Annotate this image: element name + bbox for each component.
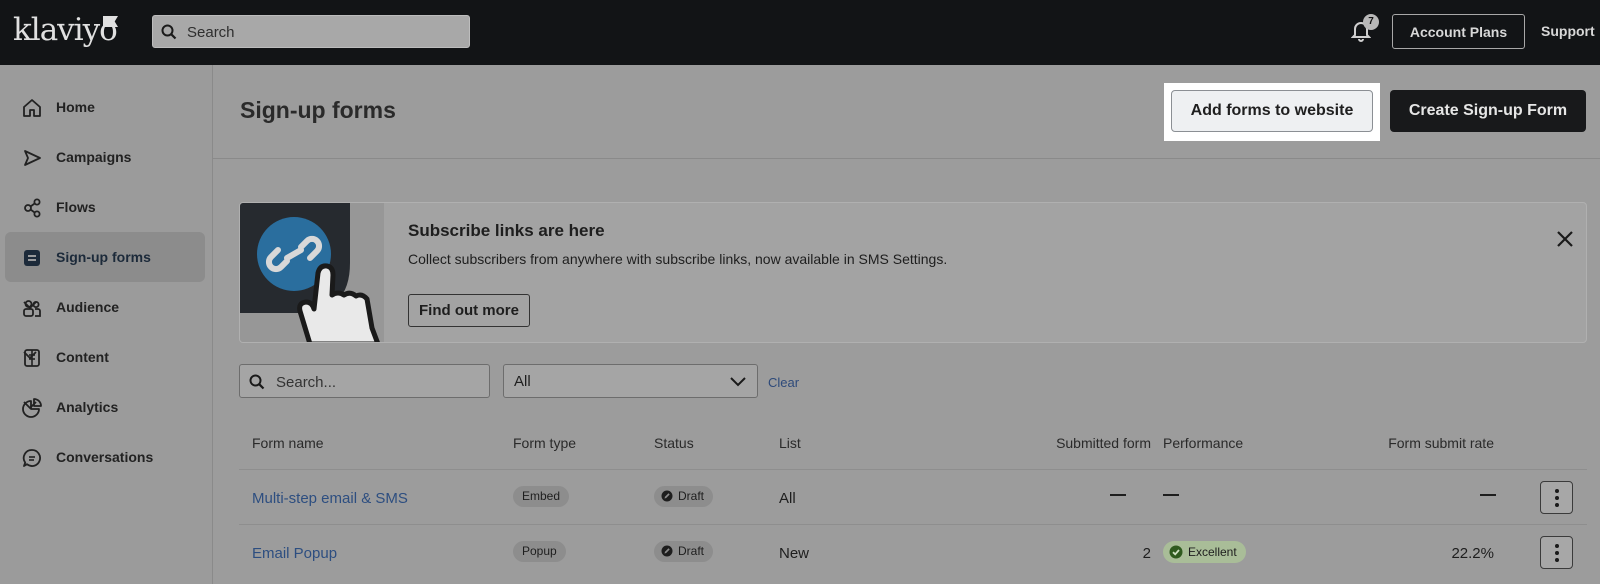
search-icon xyxy=(249,374,265,390)
subscribe-link-illustration-icon xyxy=(240,203,384,342)
sidebar-item-label: Sign-up forms xyxy=(56,249,151,265)
draft-icon xyxy=(661,490,673,502)
flows-icon xyxy=(24,198,41,218)
sidebar-item-label: Audience xyxy=(56,299,120,315)
sidebar-item-label: Analytics xyxy=(56,399,119,415)
sidebar-item-label: Flows xyxy=(56,199,96,215)
performance-badge: Excellent xyxy=(1163,541,1246,563)
form-type-badge: Embed xyxy=(513,486,570,507)
empty-value-dash xyxy=(1110,494,1126,496)
sidebar-item-analytics[interactable]: Analytics xyxy=(5,382,205,432)
home-icon xyxy=(23,99,41,117)
banner-description: Collect subscribers from anywhere with s… xyxy=(408,251,948,267)
subscribe-links-banner: Subscribe links are here Collect subscri… xyxy=(239,202,1587,343)
form-filter-value: All xyxy=(514,373,531,390)
empty-value-dash xyxy=(1480,494,1496,496)
list-name: All xyxy=(779,490,796,507)
column-header-form-name[interactable]: Form name xyxy=(252,435,324,451)
top-bar: klaviyo Search 7 Account Plans Support xyxy=(0,0,1600,65)
form-name-link[interactable]: Multi-step email & SMS xyxy=(252,490,408,507)
sidebar-item-sign-up-forms[interactable]: Sign-up forms xyxy=(5,232,205,282)
sidebar-item-home[interactable]: Home xyxy=(5,82,205,132)
sidebar-item-label: Home xyxy=(56,99,95,115)
sidebar-item-conversations[interactable]: Conversations xyxy=(5,432,205,482)
check-circle-icon xyxy=(1169,545,1183,559)
sidebar-item-label: Conversations xyxy=(56,449,154,465)
form-name-link[interactable]: Email Popup xyxy=(252,545,337,562)
table-divider xyxy=(239,469,1587,470)
sidebar: Home Campaigns Flows Sign-up forms Audie… xyxy=(0,65,213,584)
search-icon xyxy=(161,24,177,40)
column-header-list[interactable]: List xyxy=(779,435,801,451)
create-sign-up-form-button[interactable]: Create Sign-up Form xyxy=(1390,90,1586,132)
form-icon xyxy=(24,250,40,266)
page-title: Sign-up forms xyxy=(240,97,396,123)
column-header-form-type[interactable]: Form type xyxy=(513,435,576,451)
chevron-down-icon xyxy=(730,377,746,387)
status-badge: Draft xyxy=(654,486,714,507)
performance-label: Excellent xyxy=(1188,545,1237,559)
submit-rate: 22.2% xyxy=(1451,545,1494,562)
chevron-down-icon xyxy=(23,351,37,360)
close-icon[interactable] xyxy=(1556,230,1574,248)
global-search-input[interactable]: Search xyxy=(152,15,470,48)
sidebar-item-content[interactable]: Content xyxy=(5,332,205,382)
draft-icon xyxy=(661,545,673,557)
chevron-down-icon xyxy=(23,301,37,310)
find-out-more-button[interactable]: Find out more xyxy=(408,294,530,327)
notification-badge: 7 xyxy=(1363,14,1379,30)
support-link[interactable]: Support xyxy=(1541,23,1595,39)
sidebar-item-flows[interactable]: Flows xyxy=(5,182,205,232)
sidebar-item-label: Campaigns xyxy=(56,149,132,165)
status-label: Draft xyxy=(678,544,705,558)
table-divider xyxy=(239,524,1587,525)
banner-title: Subscribe links are here xyxy=(408,221,605,240)
submitted-count: 2 xyxy=(1142,545,1151,562)
global-search-placeholder: Search xyxy=(187,24,235,41)
send-icon xyxy=(24,150,41,166)
header-divider xyxy=(213,158,1600,159)
column-header-form-submit-rate[interactable]: Form submit rate xyxy=(1363,435,1494,451)
form-filter-select[interactable]: All xyxy=(503,364,758,398)
form-type-badge: Popup xyxy=(513,541,566,562)
klaviyo-logo[interactable]: klaviyo xyxy=(13,12,118,48)
add-forms-to-website-button[interactable]: Add forms to website xyxy=(1171,90,1373,132)
sidebar-item-campaigns[interactable]: Campaigns xyxy=(5,132,205,182)
forms-search-placeholder: Search... xyxy=(276,374,337,391)
clear-filters-link[interactable]: Clear xyxy=(768,375,799,390)
account-plans-button[interactable]: Account Plans xyxy=(1392,14,1525,49)
chat-icon xyxy=(22,449,41,467)
empty-value-dash xyxy=(1163,494,1179,496)
row-actions-button[interactable] xyxy=(1540,481,1573,514)
list-name: New xyxy=(779,545,810,562)
column-header-performance[interactable]: Performance xyxy=(1163,435,1243,451)
sidebar-item-label: Content xyxy=(56,349,109,365)
chevron-down-icon xyxy=(23,401,37,410)
column-header-status[interactable]: Status xyxy=(654,435,694,451)
row-actions-button[interactable] xyxy=(1540,536,1573,569)
main-content: Sign-up forms Add forms to website Creat… xyxy=(213,65,1600,584)
status-label: Draft xyxy=(678,489,705,503)
status-badge: Draft xyxy=(654,541,714,562)
sidebar-item-audience[interactable]: Audience xyxy=(5,282,205,332)
column-header-submitted-form[interactable]: Submitted form xyxy=(1034,435,1151,451)
forms-search-input[interactable]: Search... xyxy=(239,364,490,398)
